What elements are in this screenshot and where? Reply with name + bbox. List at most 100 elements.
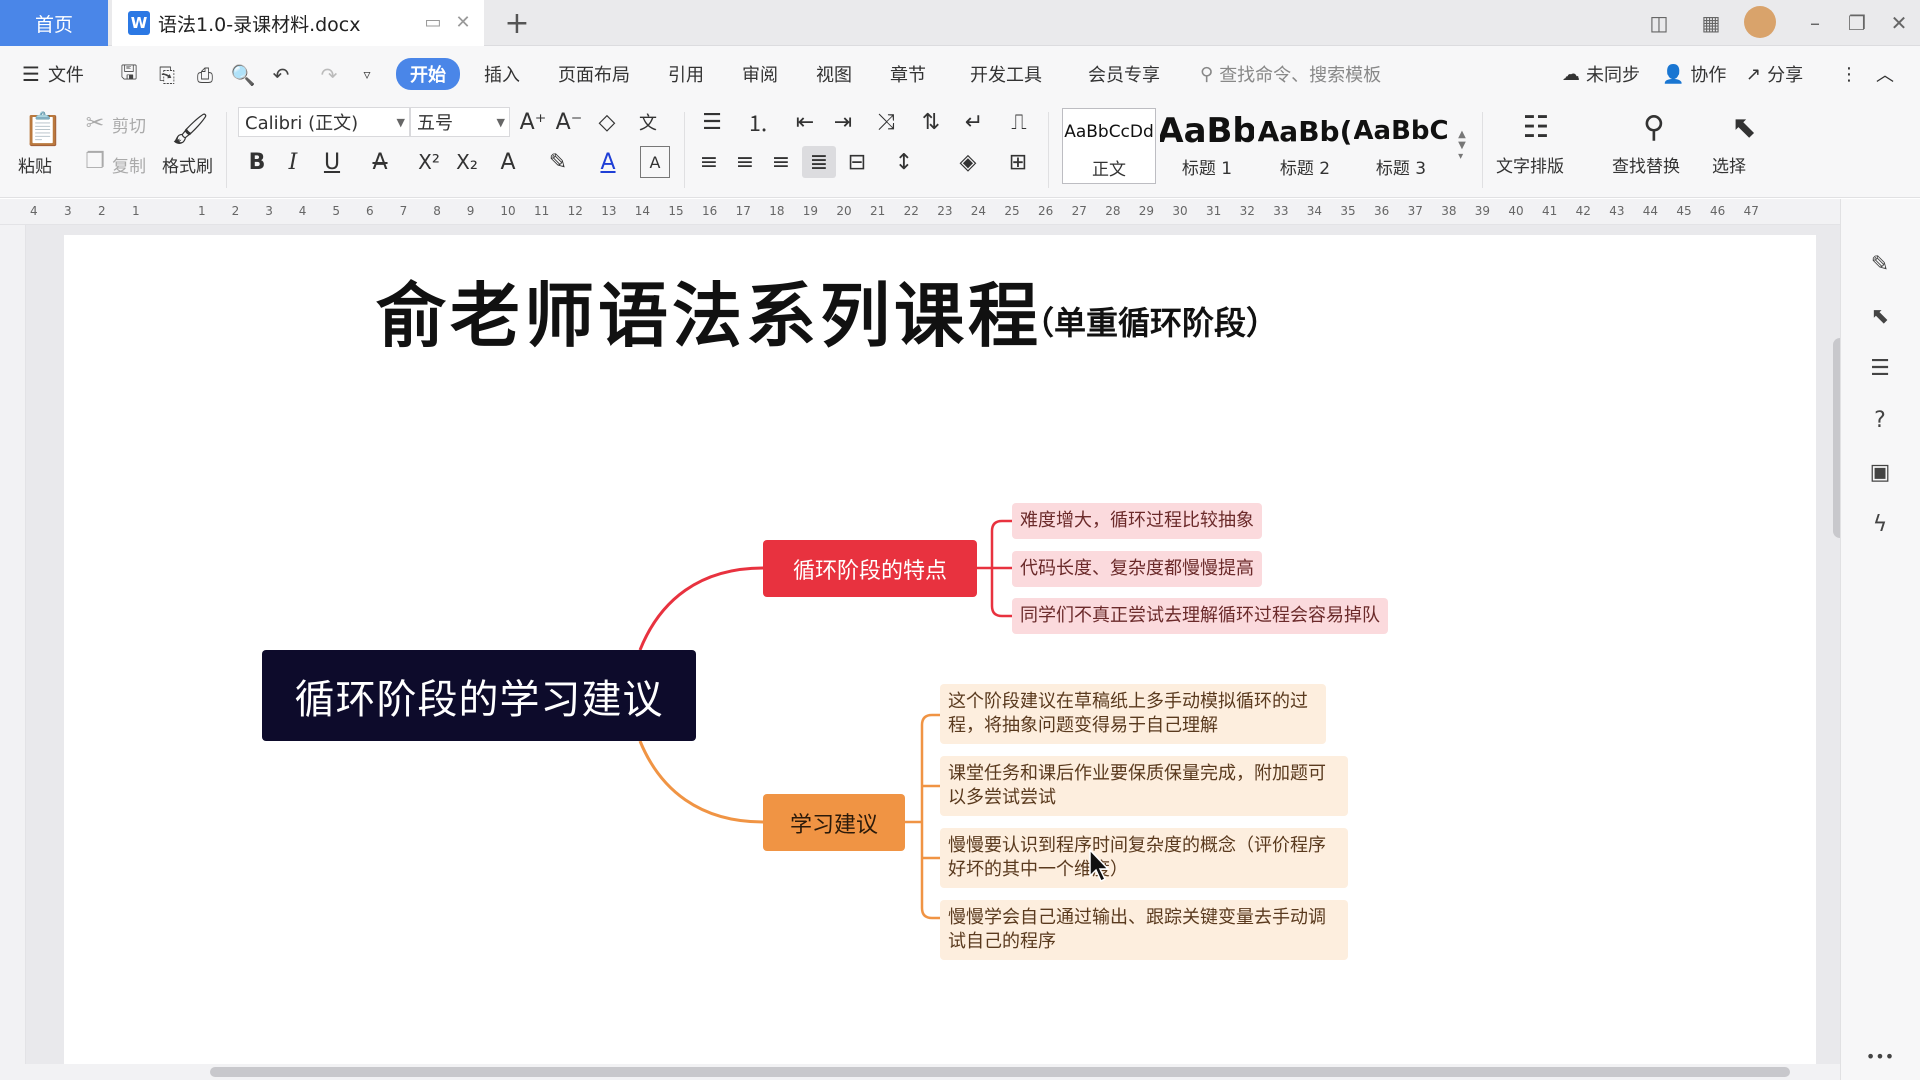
style-normal[interactable]: AaBbCcDd 正文 <box>1062 108 1156 184</box>
style-heading-2[interactable]: AaBb( 标题 2 <box>1258 108 1352 184</box>
horizontal-scrollbar[interactable] <box>0 1064 1840 1080</box>
tab-stops-icon[interactable]: ⎍ <box>1002 107 1036 137</box>
tab-view[interactable]: 视图 <box>816 60 852 88</box>
copy-icon[interactable]: ❐ <box>82 148 108 174</box>
increase-indent-icon[interactable]: ⇥ <box>828 107 858 137</box>
paste-icon[interactable]: 📋 <box>20 108 66 150</box>
strikethrough-icon[interactable]: A <box>362 146 398 178</box>
format-painter-icon[interactable]: 🖌 <box>171 108 209 150</box>
pin-tab-icon[interactable]: ▭ <box>422 11 444 33</box>
select-arrow-icon[interactable]: ⬉ <box>1863 299 1897 333</box>
align-center-icon[interactable]: ≡ <box>730 146 760 178</box>
mindmap-leaf[interactable]: 课堂任务和课后作业要保质保量完成，附加题可以多尝试尝试 <box>940 756 1348 816</box>
align-left-icon[interactable]: ≡ <box>694 146 724 178</box>
collapse-ribbon-icon[interactable]: ︿ <box>1876 60 1894 88</box>
sync-status[interactable]: ☁ 未同步 <box>1562 60 1640 88</box>
increase-font-icon[interactable]: A⁺ <box>518 107 548 137</box>
italic-icon[interactable]: I <box>278 146 308 178</box>
style-heading-3[interactable]: AaBbC 标题 3 <box>1354 108 1448 184</box>
save-icon[interactable]: 🖫 <box>116 60 142 88</box>
mindmap-leaf[interactable]: 难度增大，循环过程比较抽象 <box>1012 503 1262 539</box>
shading-icon[interactable]: ◈ <box>948 146 988 178</box>
new-tab-button[interactable]: + <box>500 6 534 41</box>
vertical-scrollbar[interactable] <box>1832 228 1847 1070</box>
close-tab-icon[interactable]: ✕ <box>452 11 474 33</box>
layout-icon[interactable]: ◫ <box>1644 8 1674 38</box>
character-border-icon[interactable]: A <box>640 146 670 178</box>
home-tab[interactable]: 首页 <box>0 0 108 46</box>
bullet-list-icon[interactable]: ☰ <box>694 107 730 137</box>
mindmap-branch-features[interactable]: 循环阶段的特点 <box>763 540 977 597</box>
find-replace-label[interactable]: 查找替换 <box>1612 152 1680 177</box>
align-right-icon[interactable]: ≡ <box>766 146 796 178</box>
decrease-font-icon[interactable]: A⁻ <box>554 107 584 137</box>
tab-insert[interactable]: 插入 <box>484 60 520 88</box>
horizontal-scrollbar-thumb[interactable] <box>210 1067 1790 1077</box>
tab-developer[interactable]: 开发工具 <box>970 60 1042 88</box>
avatar[interactable] <box>1744 6 1776 38</box>
select-cursor-icon[interactable]: ⬉ <box>1724 106 1764 148</box>
lightning-icon[interactable]: ϟ <box>1863 507 1897 541</box>
cut-icon[interactable]: ✂ <box>82 110 108 136</box>
restore-icon[interactable]: ❐ <box>1842 8 1872 38</box>
styles-scroll-icon[interactable]: ▲ ▼ ▾ <box>1452 106 1472 184</box>
mindmap-branch-advice[interactable]: 学习建议 <box>763 794 905 851</box>
sort-icon[interactable]: ⇅ <box>916 107 946 137</box>
minimize-icon[interactable]: – <box>1800 8 1830 38</box>
copy-label[interactable]: 复制 <box>112 152 146 177</box>
tab-chapter[interactable]: 章节 <box>890 60 926 88</box>
phonetic-guide-icon[interactable]: 文 <box>628 107 668 137</box>
more-options-icon[interactable]: ⋮ <box>1840 60 1858 88</box>
decrease-indent-icon[interactable]: ⇤ <box>790 107 820 137</box>
underline-icon[interactable]: U <box>314 146 350 178</box>
backup-icon[interactable]: ▣ <box>1863 455 1897 489</box>
customize-quick-access-icon[interactable]: ▿ <box>354 62 380 88</box>
tab-member[interactable]: 会员专享 <box>1088 60 1160 88</box>
justify-icon[interactable]: ≣ <box>802 146 836 178</box>
print-preview-icon[interactable]: 🔍 <box>230 62 256 88</box>
borders-icon[interactable]: ⊞ <box>998 146 1038 178</box>
horizontal-ruler[interactable]: 4 3 2 1 1 2 3 4 5 6 7 8 9 10 11 12 13 14 15 16 17 18 19 20 21 22 2… <box>0 199 1840 225</box>
chinese-layout-icon[interactable]: ⤨ <box>866 107 906 137</box>
mindmap-leaf[interactable]: 同学们不真正尝试去理解循环过程会容易掉队 <box>1012 598 1388 634</box>
clear-format-icon[interactable]: ◇ <box>592 107 622 137</box>
text-layout-icon[interactable]: ☷ <box>1514 106 1558 148</box>
close-window-icon[interactable]: ✕ <box>1884 8 1914 38</box>
apps-grid-icon[interactable]: ▦ <box>1696 8 1726 38</box>
mindmap-leaf[interactable]: 代码长度、复杂度都慢慢提高 <box>1012 551 1262 587</box>
tab-references[interactable]: 引用 <box>668 60 704 88</box>
collaborate-button[interactable]: 👤 协作 <box>1662 60 1726 88</box>
text-effect-icon[interactable]: A <box>490 146 526 178</box>
share-button[interactable]: ↗ 分享 <box>1746 60 1803 88</box>
tab-review[interactable]: 审阅 <box>742 60 778 88</box>
show-marks-icon[interactable]: ↵ <box>954 107 994 137</box>
style-heading-1[interactable]: AaBb 标题 1 <box>1160 108 1254 184</box>
vertical-ruler[interactable] <box>0 225 26 1070</box>
mindmap-leaf[interactable]: 慢慢要认识到程序时间复杂度的概念（评价程序好坏的其中一个维度） <box>940 828 1348 888</box>
subscript-icon[interactable]: X₂ <box>450 146 484 178</box>
tab-home[interactable]: 开始 <box>396 58 460 90</box>
cut-label[interactable]: 剪切 <box>112 112 146 137</box>
tab-page-layout[interactable]: 页面布局 <box>558 60 630 88</box>
find-replace-icon[interactable]: ⚲ <box>1632 106 1676 148</box>
highlight-icon[interactable]: ✎ <box>538 146 578 178</box>
select-label[interactable]: 选择 <box>1712 152 1746 177</box>
text-layout-label[interactable]: 文字排版 <box>1496 152 1564 177</box>
pen-icon[interactable]: ✎ <box>1863 247 1897 281</box>
more-icon[interactable]: ••• <box>1863 1039 1897 1073</box>
superscript-icon[interactable]: X² <box>412 146 446 178</box>
file-menu[interactable]: ☰ 文件 <box>22 60 84 88</box>
redo-icon[interactable]: ↷ <box>316 62 342 88</box>
distributed-align-icon[interactable]: ⊟ <box>842 146 872 178</box>
font-size-select[interactable]: 五号 ▼ <box>410 107 510 137</box>
print-icon[interactable]: ⎙ <box>192 62 218 88</box>
mindmap-leaf[interactable]: 慢慢学会自己通过输出、跟踪关键变量去手动调试自己的程序 <box>940 900 1348 960</box>
paste-label[interactable]: 粘贴 <box>18 152 52 177</box>
settings-sliders-icon[interactable]: ☰ <box>1863 351 1897 385</box>
bold-icon[interactable]: B <box>242 146 272 178</box>
command-search[interactable]: ⚲ 查找命令、搜索模板 <box>1200 60 1381 88</box>
line-spacing-icon[interactable]: ↕ <box>884 146 924 178</box>
font-color-icon[interactable]: A <box>590 146 626 178</box>
numbered-list-icon[interactable]: ⒈ <box>740 107 776 137</box>
font-name-select[interactable]: Calibri (正文) ▼ <box>238 107 410 137</box>
